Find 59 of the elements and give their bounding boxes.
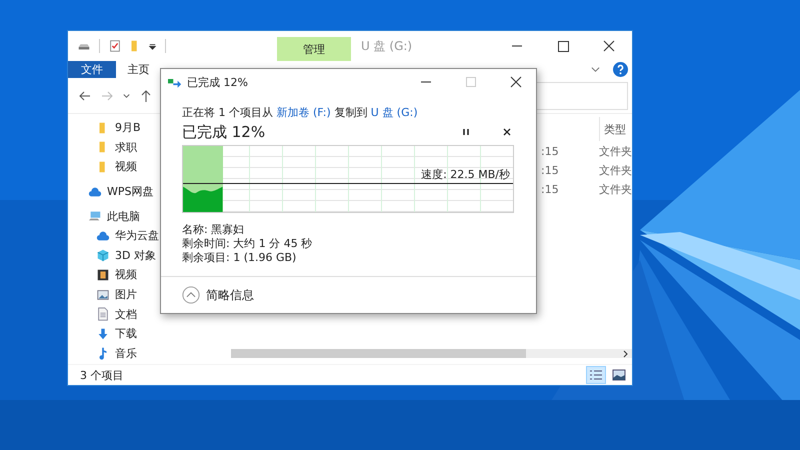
context-tab[interactable]: 管理 <box>277 37 351 61</box>
column-header[interactable]: 类型 <box>599 117 632 141</box>
pause-icon[interactable] <box>461 127 471 137</box>
nav-item[interactable]: 音乐 <box>115 346 137 361</box>
copy-icon <box>168 76 182 88</box>
scroll-right-icon[interactable] <box>622 350 630 358</box>
download-icon <box>96 326 110 341</box>
nav-item[interactable]: 3D 对象 <box>115 248 156 263</box>
cube-icon <box>96 248 110 262</box>
nav-item[interactable]: 求职 <box>115 140 137 155</box>
date-cell: :15 <box>541 164 559 177</box>
date-cell: :15 <box>541 183 559 196</box>
toggle-details-link[interactable]: 简略信息 <box>206 286 254 304</box>
detail-text: 剩余项目: 1 (1.96 GB) <box>182 251 298 265</box>
nav-item[interactable]: 下载 <box>115 326 137 342</box>
nav-item[interactable]: 文档 <box>115 306 137 322</box>
location-link[interactable]: 新加卷 (F:) <box>276 106 331 119</box>
type-cell: 文件夹 <box>599 145 632 158</box>
dropdown-icon[interactable] <box>148 42 157 50</box>
image-icon <box>96 288 110 302</box>
back-icon[interactable] <box>78 88 92 102</box>
status-text: 3 个项目 <box>80 368 124 382</box>
document-icon <box>96 307 110 322</box>
ribbon-tab[interactable]: 主页 <box>116 61 161 78</box>
dialog-title: 已完成 12% <box>187 74 248 90</box>
detail-text: 名称: 黑寡妇 <box>182 223 246 237</box>
checklist-icon[interactable] <box>108 39 122 53</box>
copy-description: 正在将 1 个项目从 新加卷 (F:) 复制到 U 盘 (G:) <box>182 105 419 120</box>
type-cell: 文件夹 <box>599 164 632 177</box>
cancel-icon[interactable] <box>502 127 512 137</box>
collapse-icon[interactable] <box>182 286 200 304</box>
scrollbar-thumb[interactable] <box>231 349 526 358</box>
cloud-icon <box>96 228 110 243</box>
video-icon <box>96 268 110 282</box>
landscape-icon <box>612 369 626 381</box>
cloud-icon <box>88 184 102 199</box>
nav-item[interactable]: 图片 <box>115 287 137 302</box>
location-link[interactable]: U 盘 (G:) <box>370 106 418 119</box>
horizontal-scrollbar[interactable] <box>231 349 632 358</box>
window-title: U 盘 (G:) <box>361 38 412 54</box>
nav-item[interactable]: 9月B <box>115 120 141 136</box>
details-view-button[interactable] <box>586 366 606 384</box>
ribbon-tab[interactable]: 文件 <box>68 61 116 78</box>
computer-icon <box>88 209 102 224</box>
maximize-icon <box>466 77 476 87</box>
nav-item[interactable]: 视频 <box>115 159 137 174</box>
help-icon[interactable] <box>613 62 628 77</box>
nav-item[interactable]: 视频 <box>115 267 137 282</box>
chevron-down-icon[interactable] <box>591 65 600 74</box>
speed-label: 速度: 22.5 MB/秒 <box>421 167 510 182</box>
progress-heading: 已完成 12% <box>182 122 266 142</box>
date-cell: :15 <box>541 145 559 158</box>
type-cell: 文件夹 <box>599 183 632 196</box>
detail-text: 剩余时间: 大约 1 分 45 秒 <box>182 237 314 251</box>
nav-item[interactable]: 此电脑 <box>107 208 140 224</box>
nav-item[interactable]: WPS网盘 <box>107 184 154 200</box>
list-icon <box>589 369 603 381</box>
up-icon[interactable] <box>139 88 153 102</box>
nav-item[interactable]: 华为云盘 <box>115 228 159 244</box>
